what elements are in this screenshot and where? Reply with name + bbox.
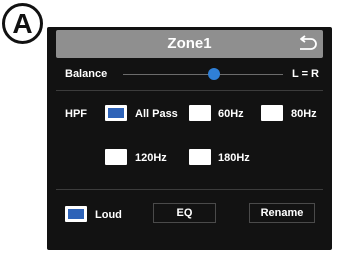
- rename-button[interactable]: Rename: [249, 203, 315, 223]
- figure-badge: A: [2, 3, 43, 44]
- hpf-180hz-label: 180Hz: [218, 152, 250, 164]
- loud-label: Loud: [95, 209, 122, 221]
- balance-slider-thumb[interactable]: [208, 68, 221, 80]
- hpf-60hz-label: 60Hz: [218, 108, 244, 120]
- hpf-80hz-label: 80Hz: [291, 108, 317, 120]
- back-arrow-icon[interactable]: [296, 35, 318, 53]
- hpf-60hz-checkbox[interactable]: [189, 105, 211, 121]
- hpf-80hz-checkbox[interactable]: [261, 105, 283, 121]
- balance-value: L = R: [292, 68, 320, 80]
- divider-bottom: [56, 189, 323, 190]
- hpf-allpass-label: All Pass: [135, 108, 178, 120]
- figure: A Zone1 Balance L = R HPF All Pass 60Hz …: [0, 0, 340, 254]
- hpf-label: HPF: [65, 108, 87, 120]
- panel-header: Zone1: [56, 30, 323, 58]
- divider-top: [56, 90, 323, 91]
- hpf-allpass-checkbox[interactable]: [105, 105, 127, 121]
- zone-settings-panel: Zone1 Balance L = R HPF All Pass 60Hz 80…: [47, 27, 332, 250]
- hpf-120hz-checkbox[interactable]: [105, 149, 127, 165]
- balance-slider-track[interactable]: [123, 74, 283, 75]
- hpf-180hz-checkbox[interactable]: [189, 149, 211, 165]
- loud-checkbox[interactable]: [65, 206, 87, 222]
- hpf-120hz-label: 120Hz: [135, 152, 167, 164]
- eq-button[interactable]: EQ: [153, 203, 216, 223]
- zone-title: Zone1: [167, 35, 212, 52]
- balance-label: Balance: [65, 68, 108, 80]
